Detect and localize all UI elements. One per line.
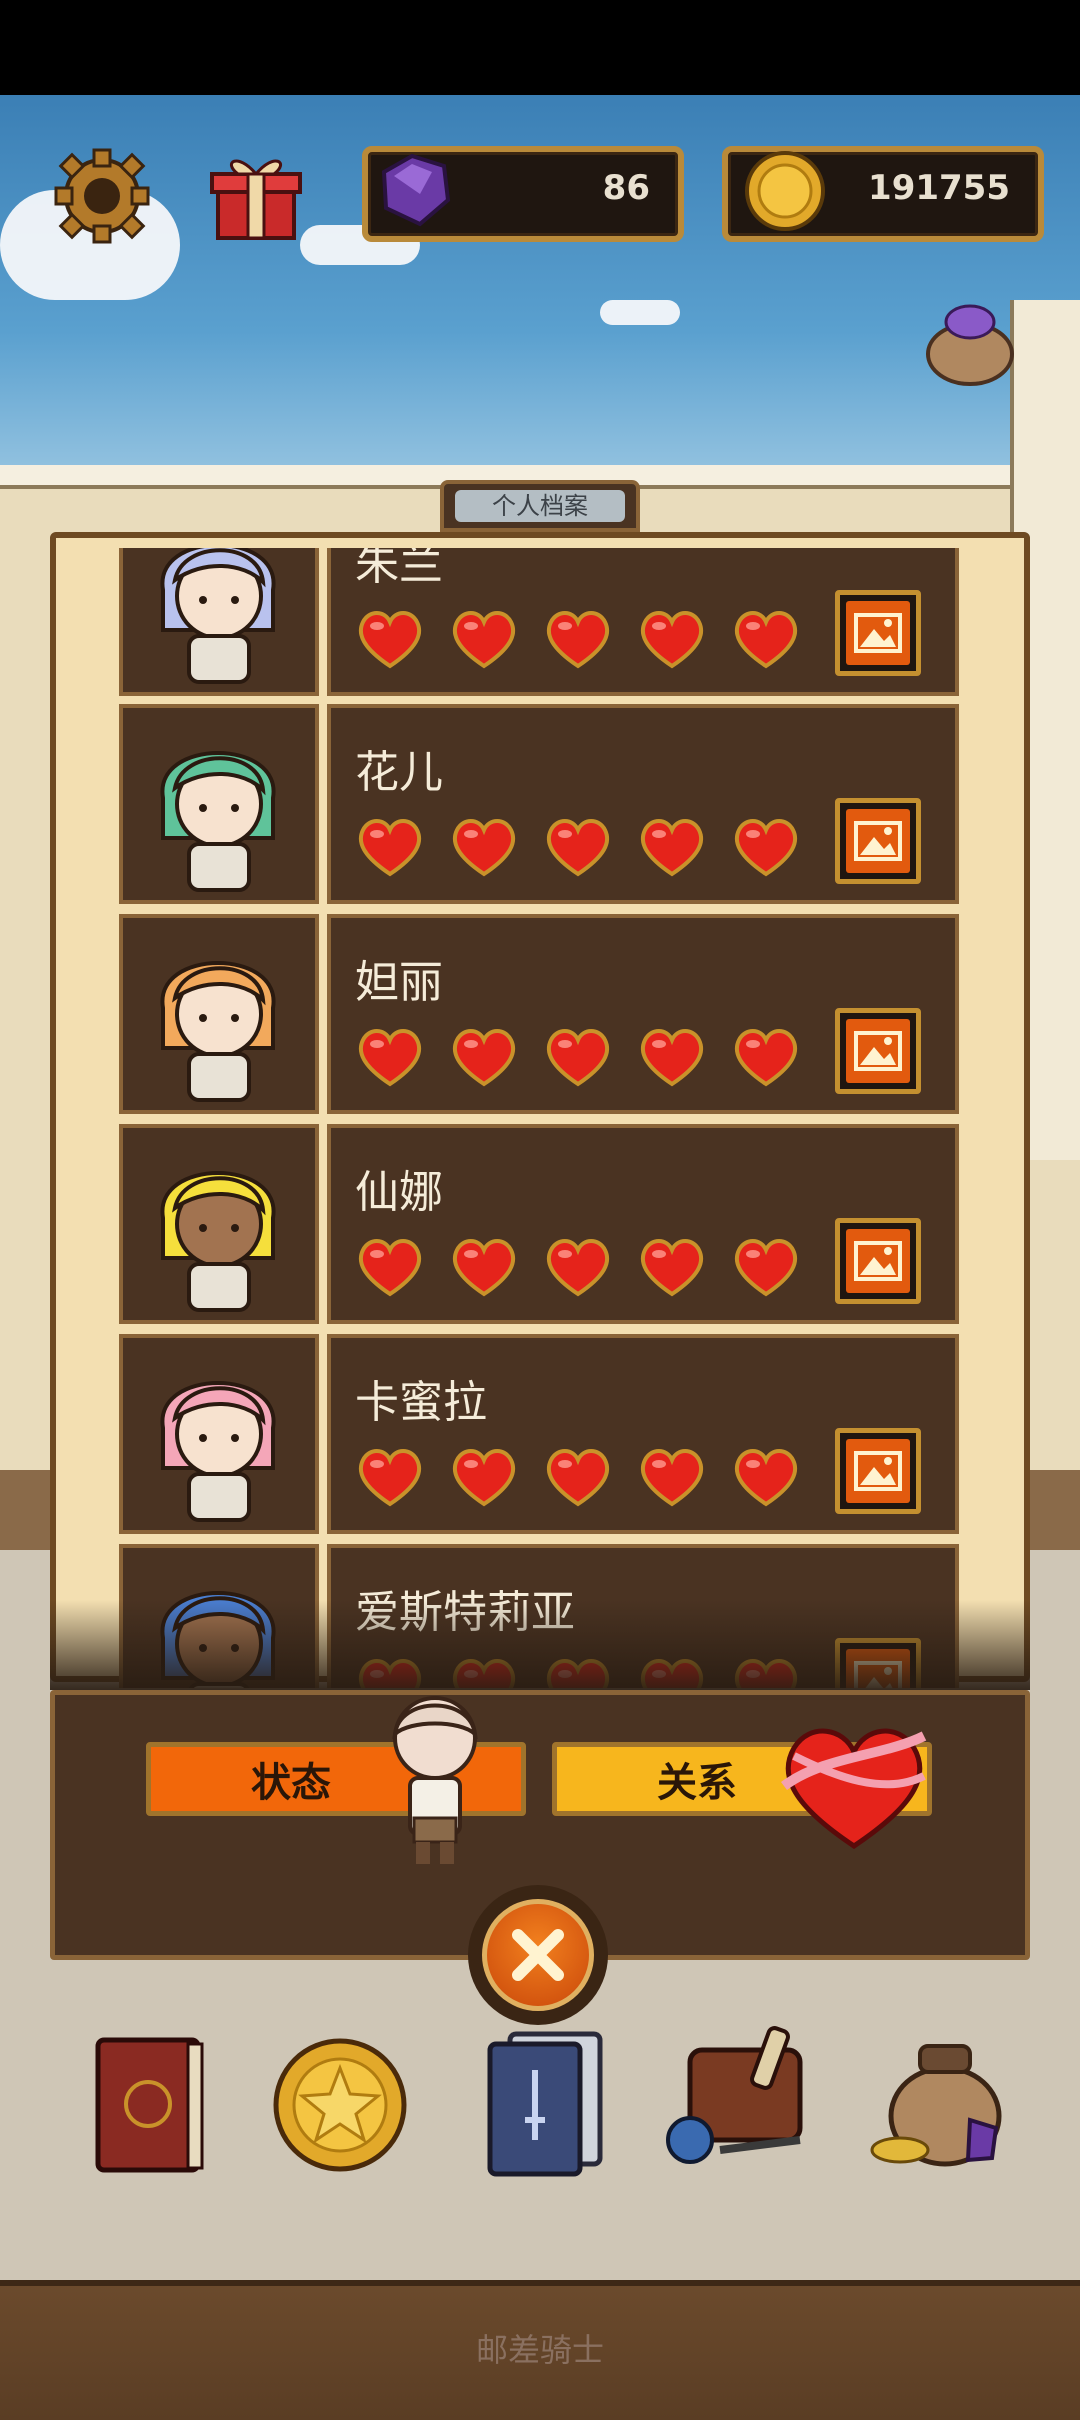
journal-book-icon[interactable] (78, 2020, 228, 2180)
character-row[interactable]: 卡蜜拉 (113, 1334, 967, 1534)
panel-title-tab: 个人档案 (440, 480, 640, 532)
affection-heart-icon (543, 1446, 613, 1508)
cloud (600, 300, 680, 325)
ribbon-heart-icon (774, 1716, 934, 1856)
affection-heart-icon (355, 1446, 425, 1508)
list-fade-overlay (50, 1600, 1030, 1690)
affection-heart-icon (543, 816, 613, 878)
player-character-sprite (380, 1690, 490, 1870)
affection-heart-icon (637, 1236, 707, 1298)
star-coin-icon[interactable] (270, 2020, 420, 2180)
close-icon (512, 1929, 564, 1981)
affection-heart-icon (731, 1026, 801, 1088)
treasure-bag-icon[interactable] (860, 2020, 1010, 2180)
character-portrait (119, 704, 319, 904)
character-portrait (119, 1124, 319, 1324)
panel-title: 个人档案 (455, 490, 625, 522)
picture-icon (846, 1439, 910, 1503)
gold-coin-icon (742, 148, 828, 234)
purple-gem-icon (372, 150, 456, 230)
character-row[interactable]: 仙娜 (113, 1124, 967, 1324)
affection-heart-icon (637, 608, 707, 670)
affection-heart-icon (355, 816, 425, 878)
gallery-button[interactable] (835, 1008, 921, 1094)
character-name: 妲丽 (355, 957, 443, 1008)
character-name: 朱兰 (355, 548, 443, 590)
status-tab-label: 状态 (251, 1760, 331, 1806)
character-info: 朱兰 (327, 548, 959, 696)
loot-bag-icon[interactable] (920, 290, 1020, 390)
gallery-button[interactable] (835, 590, 921, 676)
affection-heart-icon (731, 608, 801, 670)
character-row[interactable]: 朱兰 (113, 548, 967, 696)
character-row[interactable]: 妲丽 (113, 914, 967, 1114)
character-row[interactable]: 花儿 (113, 704, 967, 904)
character-name: 花儿 (355, 747, 443, 798)
character-info: 卡蜜拉 (327, 1334, 959, 1534)
affection-heart-icon (449, 1236, 519, 1298)
affection-heart-icon (637, 1446, 707, 1508)
affection-heart-icon (449, 816, 519, 878)
character-name: 卡蜜拉 (355, 1377, 487, 1428)
character-portrait (119, 1334, 319, 1534)
relationship-tab-label: 关系 (657, 1760, 737, 1806)
gear-icon[interactable] (52, 146, 152, 246)
character-portrait (119, 914, 319, 1114)
card-deck-icon[interactable] (470, 2020, 620, 2180)
gallery-button[interactable] (835, 1428, 921, 1514)
affection-heart-icon (731, 816, 801, 878)
character-info: 仙娜 (327, 1124, 959, 1324)
bottom-nav (0, 2010, 1080, 2190)
character-name: 仙娜 (355, 1167, 443, 1218)
affection-heart-icon (637, 1026, 707, 1088)
affection-heart-icon (449, 1026, 519, 1088)
affection-heart-icon (449, 1446, 519, 1508)
affection-heart-icon (543, 1026, 613, 1088)
backpack-icon[interactable] (660, 2020, 810, 2180)
character-info: 花儿 (327, 704, 959, 904)
close-button[interactable] (482, 1899, 594, 2011)
affection-heart-icon (355, 1026, 425, 1088)
affection-heart-icon (543, 1236, 613, 1298)
game-title: 邮差骑士 (475, 2331, 604, 2369)
picture-icon (846, 809, 910, 873)
gift-box-icon[interactable] (208, 148, 304, 244)
picture-icon (846, 601, 910, 665)
gem-count: 86 (602, 168, 650, 208)
affection-heart-icon (637, 816, 707, 878)
picture-icon (846, 1019, 910, 1083)
affection-heart-icon (543, 608, 613, 670)
affection-heart-icon (731, 1236, 801, 1298)
affection-heart-icon (355, 1236, 425, 1298)
gallery-button[interactable] (835, 1218, 921, 1304)
character-info: 妲丽 (327, 914, 959, 1114)
picture-icon (846, 1229, 910, 1293)
gallery-button[interactable] (835, 798, 921, 884)
character-list[interactable]: 朱兰花儿妲丽仙娜卡蜜拉爱斯特莉亚 (113, 548, 967, 1688)
coin-count: 191755 (868, 168, 1010, 208)
affection-heart-icon (355, 608, 425, 670)
affection-heart-icon (731, 1446, 801, 1508)
affection-heart-icon (449, 608, 519, 670)
character-portrait (119, 548, 319, 696)
